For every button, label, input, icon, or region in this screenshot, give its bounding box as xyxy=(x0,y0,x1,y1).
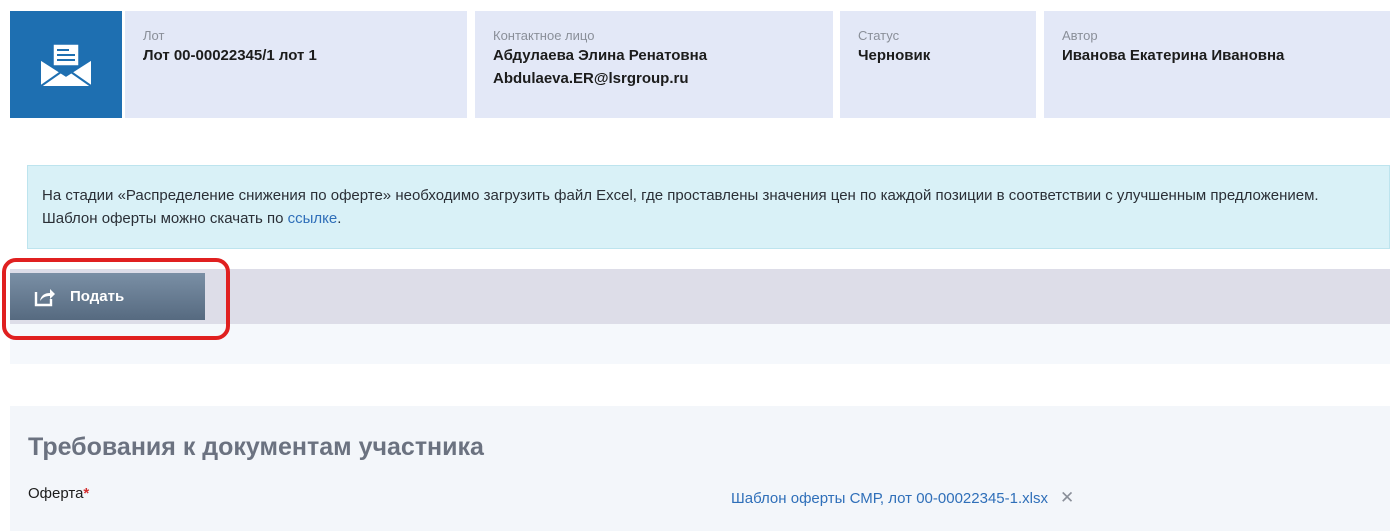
required-mark: * xyxy=(83,485,90,502)
notice-text-end: . xyxy=(337,210,342,227)
attached-file: Шаблон оферты СМР, лот 00-00022345-1.xls… xyxy=(731,488,1074,508)
lot-header-icon-tile xyxy=(10,11,122,118)
template-download-link[interactable]: ссылке xyxy=(288,210,338,227)
lot-card: Лот Лот 00-00022345/1 лот 1 xyxy=(125,11,467,118)
attached-file-link[interactable]: Шаблон оферты СМР, лот 00-00022345-1.xls… xyxy=(731,490,1048,507)
lot-value: Лот 00-00022345/1 лот 1 xyxy=(143,47,317,64)
status-label: Статус xyxy=(858,28,900,43)
toolbar-spacer xyxy=(10,324,1390,364)
section-title: Требования к документам участника xyxy=(28,433,484,461)
contact-email: Abdulaeva.ER@lsrgroup.ru xyxy=(493,70,689,87)
envelope-icon xyxy=(40,42,92,87)
author-label: Автор xyxy=(1062,28,1098,43)
notice-text: На стадии «Распределение снижения по офе… xyxy=(42,187,1319,227)
author-card: Автор Иванова Екатерина Ивановна xyxy=(1044,11,1390,118)
submit-button[interactable]: Подать xyxy=(10,273,205,320)
contact-card: Контактное лицо Абдулаева Элина Ренатовн… xyxy=(475,11,833,118)
submit-button-label: Подать xyxy=(70,288,125,305)
remove-file-icon[interactable]: ✕ xyxy=(1060,488,1074,508)
author-value: Иванова Екатерина Ивановна xyxy=(1062,47,1285,64)
status-card: Статус Черновик xyxy=(840,11,1036,118)
offer-field-label-text: Оферта xyxy=(28,485,84,502)
contact-label: Контактное лицо xyxy=(493,28,595,43)
lot-label: Лот xyxy=(143,28,165,43)
action-toolbar xyxy=(10,269,1390,324)
status-value: Черновик xyxy=(858,47,931,64)
offer-field-label: Оферта* xyxy=(28,485,89,502)
offer-notice: На стадии «Распределение снижения по офе… xyxy=(27,165,1390,249)
share-icon xyxy=(34,288,55,306)
participant-documents-section: Требования к документам участника Оферта… xyxy=(10,406,1390,531)
contact-name: Абдулаева Элина Ренатовна xyxy=(493,47,708,64)
